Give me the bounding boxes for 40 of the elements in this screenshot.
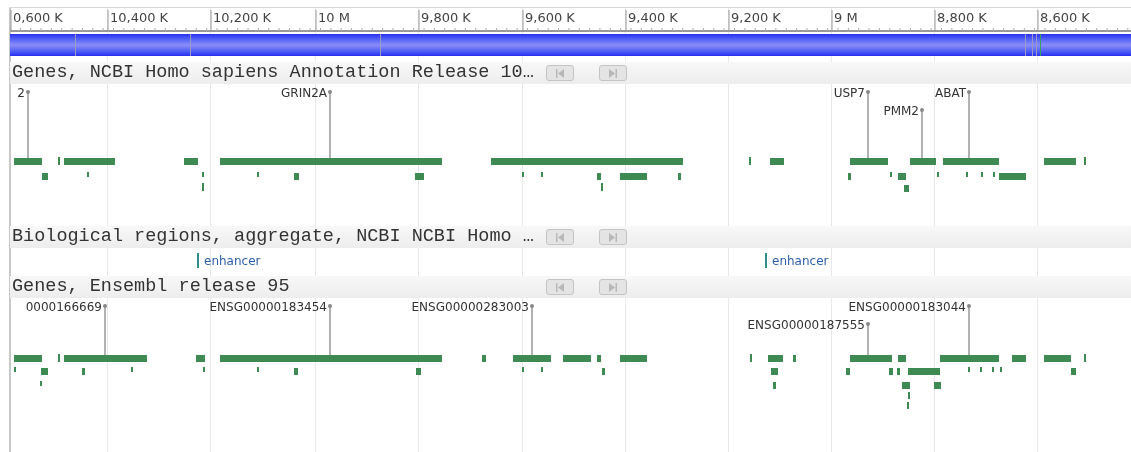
gene-label: USP7 — [833, 87, 865, 99]
gene-label: GRIN2A — [281, 87, 327, 99]
ruler-label: 8,800 K — [937, 11, 987, 24]
gene-label: 0000166669 — [25, 301, 102, 313]
region-marker — [197, 253, 199, 268]
skip-end-icon — [608, 232, 618, 242]
ruler-label: 9,200 K — [731, 11, 781, 24]
ruler-label: 10 M — [318, 11, 350, 24]
track-title: Biological regions, aggregate, NCBI NCBI Homo … — [11, 227, 535, 247]
ruler-label: 0,600 K — [13, 11, 63, 24]
skip-start-button[interactable] — [546, 229, 574, 245]
skip-start-button[interactable] — [546, 279, 574, 295]
ruler-label: 8,600 K — [1040, 11, 1090, 24]
gene-label: ENSG00000283003 — [411, 301, 529, 313]
skip-end-button[interactable] — [599, 229, 627, 245]
ruler-label: 10,400 K — [110, 11, 169, 24]
gene-label: ABAT — [934, 87, 966, 99]
track-title: Genes, Ensembl release 95 — [11, 277, 291, 297]
skip-start-button[interactable] — [546, 65, 574, 81]
skip-end-button[interactable] — [599, 65, 627, 81]
ruler-label: 9,800 K — [421, 11, 471, 24]
gene-label: ENSG00000187555 — [747, 319, 865, 331]
skip-end-button[interactable] — [599, 279, 627, 295]
region-label: enhancer — [204, 255, 261, 267]
ruler-label: 10,200 K — [213, 11, 272, 24]
skip-start-icon — [555, 68, 565, 78]
gene-label: ENSG00000183044 — [848, 301, 966, 313]
skip-start-icon — [555, 232, 565, 242]
gene-label: ENSG00000183454 — [209, 301, 327, 313]
skip-end-icon — [608, 68, 618, 78]
skip-end-icon — [608, 282, 618, 292]
ruler-label: 9,400 K — [628, 11, 678, 24]
track-title: Genes, NCBI Homo sapiens Annotation Release 10… — [11, 63, 535, 83]
region-label: enhancer — [772, 255, 829, 267]
skip-start-icon — [555, 282, 565, 292]
ruler-label: 9,600 K — [525, 11, 575, 24]
region-marker — [765, 253, 767, 268]
gene-label: PMM2 — [883, 105, 919, 117]
gene-label: 2 — [17, 87, 25, 99]
ruler-label: 9 M — [834, 11, 858, 24]
